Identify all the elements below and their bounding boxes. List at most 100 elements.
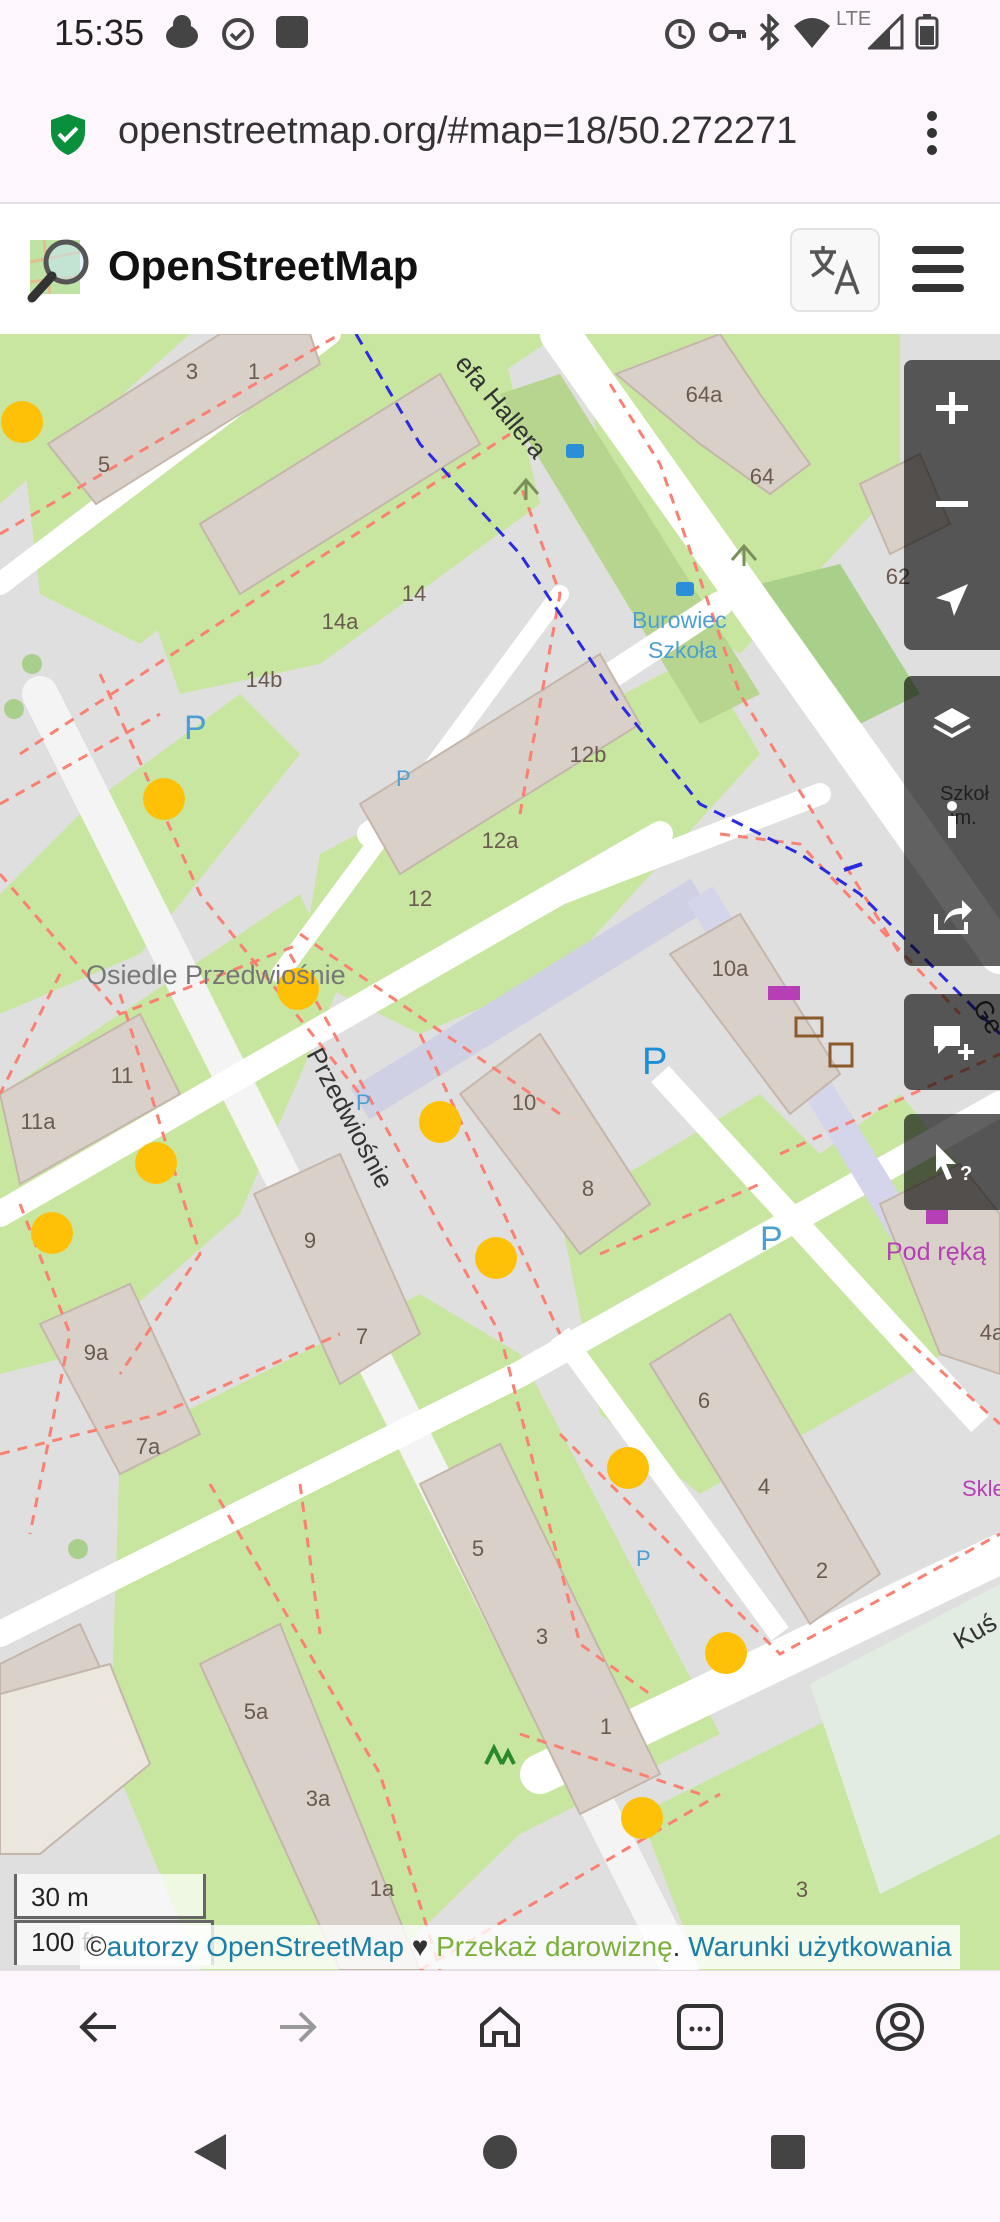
account-icon <box>876 2003 924 2051</box>
svg-text:12: 12 <box>408 886 432 911</box>
system-home-button[interactable] <box>464 2116 536 2188</box>
svg-text:14a: 14a <box>322 609 359 634</box>
svg-text:3a: 3a <box>306 1786 331 1811</box>
share-icon <box>934 900 972 934</box>
svg-text:12b: 12b <box>570 742 607 767</box>
svg-text:P: P <box>760 1220 783 1258</box>
svg-text:2: 2 <box>816 1558 828 1583</box>
site-title[interactable]: OpenStreetMap <box>108 242 418 290</box>
zoom-in-button[interactable] <box>904 360 1000 456</box>
svg-text:7: 7 <box>356 1324 368 1349</box>
url-text[interactable]: openstreetmap.org/#map=18/50.272271 <box>118 110 878 153</box>
svg-text:3: 3 <box>536 1624 548 1649</box>
svg-text:6: 6 <box>698 1388 710 1413</box>
bluetooth-icon <box>759 14 780 50</box>
svg-text:9a: 9a <box>84 1340 109 1365</box>
svg-text:Szkoła: Szkoła <box>648 637 717 663</box>
shop-label: Pod ręką <box>886 1238 986 1266</box>
svg-text:11a: 11a <box>20 1109 56 1134</box>
svg-text:10a: 10a <box>712 956 749 981</box>
alarm-check-icon <box>222 18 254 50</box>
svg-text:1: 1 <box>248 359 260 384</box>
home-button[interactable] <box>464 1991 536 2063</box>
forward-button[interactable] <box>262 1991 334 2063</box>
svg-text:12a: 12a <box>482 828 519 853</box>
svg-text:P: P <box>396 766 411 791</box>
svg-text:5a: 5a <box>244 1699 269 1724</box>
browser-url-bar[interactable]: openstreetmap.org/#map=18/50.272271 <box>0 64 1000 204</box>
query-features-button[interactable]: ? <box>904 1114 1000 1210</box>
svg-text:4: 4 <box>758 1474 770 1499</box>
map-zoom-controls <box>904 360 1000 650</box>
svg-text:P: P <box>642 1041 667 1083</box>
home-circle-icon <box>483 2135 517 2169</box>
bus-stop-icon-2 <box>676 582 694 596</box>
recents-square-icon <box>771 2135 805 2169</box>
locate-button[interactable] <box>904 552 1000 648</box>
osm-magnifier-logo-icon[interactable] <box>24 232 98 306</box>
svg-text:11: 11 <box>111 1063 134 1088</box>
shop-icon-2 <box>926 1210 948 1224</box>
key-icon <box>709 22 746 42</box>
osm-header: OpenStreetMap <box>0 204 1000 334</box>
translate-icon <box>810 246 860 295</box>
shield-check-icon[interactable] <box>48 112 88 156</box>
zoom-out-button[interactable] <box>904 456 1000 552</box>
share-button[interactable] <box>904 868 1000 964</box>
heart-icon: ♥ <box>411 1931 429 1962</box>
svg-text:P: P <box>636 1546 651 1571</box>
svg-text:Skle: Skle <box>962 1476 1000 1501</box>
bus-stop-icon <box>566 444 584 458</box>
kebab-menu-icon[interactable] <box>918 108 946 158</box>
svg-text:14b: 14b <box>246 667 283 692</box>
battery-icon <box>915 14 939 50</box>
note-control <box>904 994 1000 1090</box>
svg-text:5: 5 <box>98 452 110 477</box>
svg-text:P: P <box>184 709 207 747</box>
map-key-button[interactable] <box>904 772 1000 868</box>
system-nav-bar <box>0 2082 1000 2222</box>
scale-metric: 30 m <box>14 1874 206 1919</box>
svg-text:7a: 7a <box>136 1434 161 1459</box>
map-tiles[interactable]: P P P P P P efa Hallera Przedwiośnie Osi… <box>0 334 1000 1970</box>
hamburger-menu-icon[interactable] <box>910 244 966 294</box>
location-arrow-icon <box>936 584 968 616</box>
back-triangle-icon <box>194 2134 226 2170</box>
system-recents-button[interactable] <box>752 2116 824 2188</box>
area-label: Osiedle Przedwiośnie <box>86 960 346 990</box>
square-app-icon <box>276 16 308 48</box>
forward-arrow-icon <box>280 2011 317 2043</box>
system-back-button[interactable] <box>174 2116 246 2188</box>
query-control: ? <box>904 1114 1000 1210</box>
signal-icon <box>868 14 904 50</box>
cursor-question-icon: ? <box>936 1144 972 1184</box>
svg-text:5: 5 <box>472 1536 484 1561</box>
add-note-button[interactable] <box>904 994 1000 1090</box>
svg-text:64a: 64a <box>686 382 723 407</box>
svg-text:1: 1 <box>600 1714 612 1739</box>
alarm-icon <box>665 19 695 49</box>
tabs-button[interactable] <box>664 1991 736 2063</box>
osm-authors-link[interactable]: autorzy OpenStreetMap <box>107 1931 404 1962</box>
back-arrow-icon <box>79 2011 116 2043</box>
account-button[interactable] <box>864 1991 936 2063</box>
terms-link[interactable]: Warunki użytkowania <box>688 1931 952 1962</box>
map-canvas[interactable]: P P P P P P efa Hallera Przedwiośnie Osi… <box>0 334 1000 1970</box>
svg-text:3: 3 <box>796 1877 808 1902</box>
layers-icon <box>933 708 971 739</box>
donate-link[interactable]: Przekaż darowiznę <box>436 1931 673 1962</box>
browser-bottom-nav <box>0 1970 1000 2083</box>
layers-button[interactable] <box>904 676 1000 772</box>
bus-stop-label: Burowiec <box>632 607 727 633</box>
copyright-symbol: © <box>86 1931 107 1962</box>
android-debug-icon <box>166 15 198 48</box>
tabs-icon <box>677 2004 723 2050</box>
svg-text:?: ? <box>960 1163 972 1184</box>
back-button[interactable] <box>62 1991 134 2063</box>
plus-icon <box>936 392 968 424</box>
info-icon <box>947 801 957 838</box>
status-time: 15:35 <box>54 12 145 53</box>
minus-icon <box>936 501 968 507</box>
map-tool-controls <box>904 676 1000 966</box>
language-button[interactable] <box>790 228 880 312</box>
